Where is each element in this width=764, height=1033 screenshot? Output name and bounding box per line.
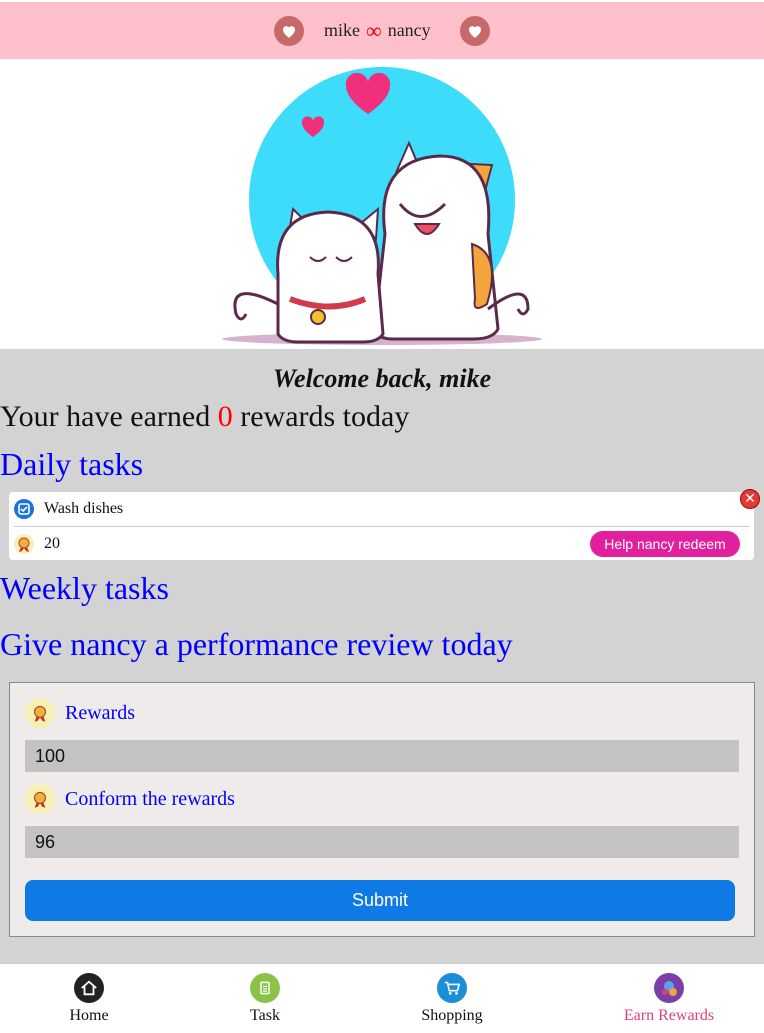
- nav-earn-rewards-label: Earn Rewards: [623, 1007, 715, 1024]
- partner-name: nancy: [387, 20, 431, 40]
- daily-tasks-title: Daily tasks: [0, 446, 144, 482]
- medal-icon: [25, 698, 55, 728]
- top-bar: mike ∞ nancy: [0, 0, 764, 59]
- nav-task[interactable]: Task: [210, 973, 320, 1025]
- rewards-summary-suffix: rewards today: [240, 400, 410, 433]
- close-icon[interactable]: ✕: [740, 489, 760, 509]
- hero-image: [0, 59, 764, 349]
- user-name: mike: [324, 20, 360, 40]
- help-redeem-button[interactable]: Help nancy redeem: [590, 531, 740, 557]
- nav-shopping-label: Shopping: [421, 1007, 483, 1024]
- shopping-cart-icon: [437, 973, 467, 1003]
- confirm-rewards-label: Conform the rewards: [65, 787, 235, 810]
- review-title: Give nancy a performance review today: [0, 626, 513, 662]
- checkbox-icon[interactable]: [13, 498, 35, 520]
- submit-button[interactable]: Submit: [25, 880, 735, 921]
- heart-icon[interactable]: [274, 16, 304, 46]
- task-name-row: Wash dishes: [9, 492, 754, 526]
- nav-home[interactable]: Home: [34, 973, 144, 1025]
- confirm-rewards-input[interactable]: 96: [25, 826, 739, 858]
- heart-icon[interactable]: [460, 16, 490, 46]
- nav-task-label: Task: [250, 1007, 280, 1024]
- nav-shopping[interactable]: Shopping: [397, 973, 507, 1025]
- weekly-tasks-title: Weekly tasks: [0, 570, 169, 606]
- task-name: Wash dishes: [44, 500, 124, 517]
- clipboard-icon: [250, 973, 280, 1003]
- home-icon: [74, 973, 104, 1003]
- nav-home-label: Home: [69, 1007, 109, 1024]
- rewards-summary: Your have earned 0 rewards today: [0, 400, 409, 434]
- bottom-nav: Home Task Shopping Earn Rewards: [0, 963, 764, 1033]
- daily-task-card: Wash dishes 20 Help nancy redeem: [9, 492, 754, 560]
- couple-names: mike ∞ nancy: [324, 17, 431, 43]
- rewards-label: Rewards: [65, 701, 135, 724]
- welcome-message: Welcome back, mike: [272, 364, 492, 393]
- rewards-bag-icon: [654, 973, 684, 1003]
- nav-earn-rewards[interactable]: Earn Rewards: [614, 973, 724, 1025]
- cats-illustration: [222, 67, 542, 345]
- review-form: Rewards 100 Conform the rewards 96 Submi…: [9, 682, 755, 937]
- confirm-label-row: Conform the rewards: [25, 784, 235, 814]
- infinity-icon: ∞: [366, 17, 382, 43]
- rewards-label-row: Rewards: [25, 698, 135, 728]
- medal-icon: [13, 533, 35, 555]
- rewards-summary-prefix: Your have earned: [0, 400, 211, 433]
- rewards-count: 0: [217, 400, 233, 433]
- medal-icon: [25, 784, 55, 814]
- rewards-input[interactable]: 100: [25, 740, 739, 772]
- task-reward-points: 20: [44, 535, 60, 552]
